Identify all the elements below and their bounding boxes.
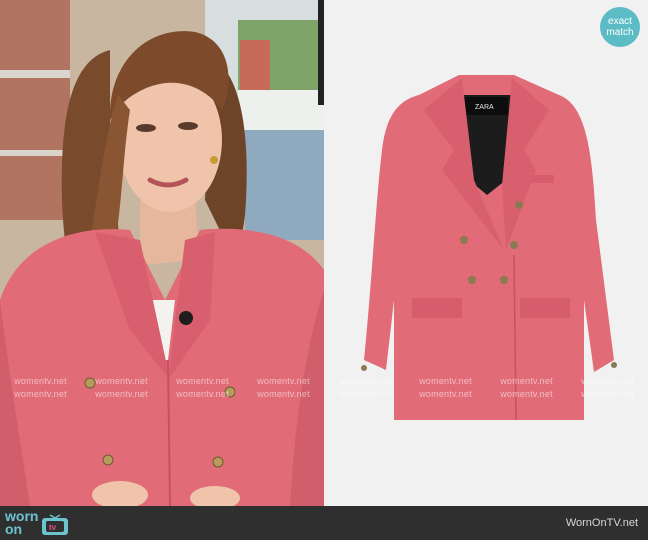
watermark-text: womentv.net xyxy=(581,376,634,386)
watermark-text: womentv.net xyxy=(500,389,553,399)
watermark-text: womentv.net xyxy=(95,376,148,386)
watermark-row: womentv.net womentv.net womentv.net wome… xyxy=(324,389,648,399)
footer-bar: worn on tv WornOnTV.net xyxy=(0,506,648,540)
badge-line-2: match xyxy=(606,27,634,38)
blazer-product-illustration: ZARA xyxy=(324,0,648,506)
watermark-text: womentv.net xyxy=(257,389,310,399)
watermark-row: womentv.net womentv.net womentv.net wome… xyxy=(324,376,648,386)
watermark-text: womentv.net xyxy=(500,376,553,386)
tv-icon: tv xyxy=(42,514,69,535)
site-name-label: WornOnTV.net xyxy=(565,517,638,529)
watermark-text: womentv.net xyxy=(581,389,634,399)
logo-line-2: on xyxy=(5,521,23,537)
watermark-text: womentv.net xyxy=(95,389,148,399)
watermark-text: womentv.net xyxy=(257,376,310,386)
badge-line-1: exact xyxy=(608,16,632,27)
watermark-row: womentv.net womentv.net womentv.net wome… xyxy=(0,389,324,399)
tv-scene-illustration xyxy=(0,0,324,506)
watermark-text: womentv.net xyxy=(338,376,391,386)
wornontv-logo[interactable]: worn on tv xyxy=(5,509,69,537)
product-photo: ZARA exact match womentv.net womentv.net… xyxy=(324,0,648,506)
watermark-text: womentv.net xyxy=(14,376,67,386)
logo-tv-text: tv xyxy=(49,523,57,532)
watermark-row: womentv.net womentv.net womentv.net wome… xyxy=(0,376,324,386)
watermark-text: womentv.net xyxy=(14,389,67,399)
brand-tag-text: ZARA xyxy=(475,104,494,111)
watermark-text: womentv.net xyxy=(176,376,229,386)
watermark-text: womentv.net xyxy=(176,389,229,399)
watermark-text: womentv.net xyxy=(338,389,391,399)
watermark-text: womentv.net xyxy=(419,389,472,399)
tv-screenshot-photo: womentv.net womentv.net womentv.net wome… xyxy=(0,0,324,506)
logo-text: worn on xyxy=(5,509,38,537)
watermark-text: womentv.net xyxy=(419,376,472,386)
exact-match-badge: exact match xyxy=(600,7,640,47)
